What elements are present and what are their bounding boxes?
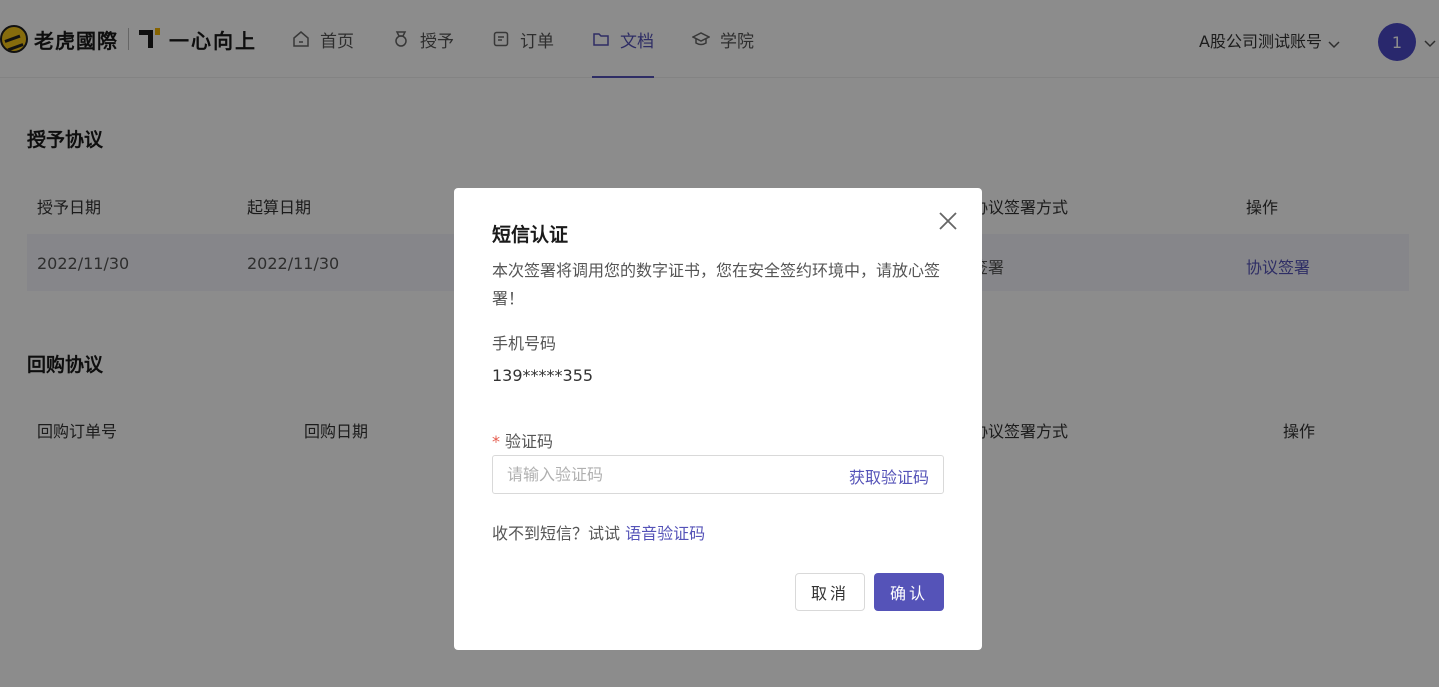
required-mark: * xyxy=(492,432,500,451)
code-field: 获取验证码 xyxy=(492,455,944,494)
sms-verification-dialog: 短信认证 本次签署将调用您的数字证书，您在安全签约环境中，请放心签署！ 手机号码… xyxy=(454,188,982,650)
phone-label: 手机号码 xyxy=(492,334,557,353)
close-icon[interactable] xyxy=(938,211,958,231)
cancel-button[interactable]: 取消 xyxy=(795,573,865,611)
tip-text: 收不到短信？试试 xyxy=(492,524,621,543)
dialog-description: 本次签署将调用您的数字证书，您在安全签约环境中，请放心签署！ xyxy=(492,261,941,308)
dialog-title: 短信认证 xyxy=(492,224,569,246)
code-input[interactable] xyxy=(493,456,823,493)
sms-tip: 收不到短信？试试 语音验证码 xyxy=(492,520,705,544)
code-label: * 验证码 xyxy=(492,428,553,452)
voice-code-link[interactable]: 语音验证码 xyxy=(625,524,705,543)
get-code-button[interactable]: 获取验证码 xyxy=(849,464,929,488)
phone-value: 139*****355 xyxy=(492,366,594,385)
code-label-text: 验证码 xyxy=(505,432,554,451)
confirm-button[interactable]: 确认 xyxy=(874,573,944,611)
